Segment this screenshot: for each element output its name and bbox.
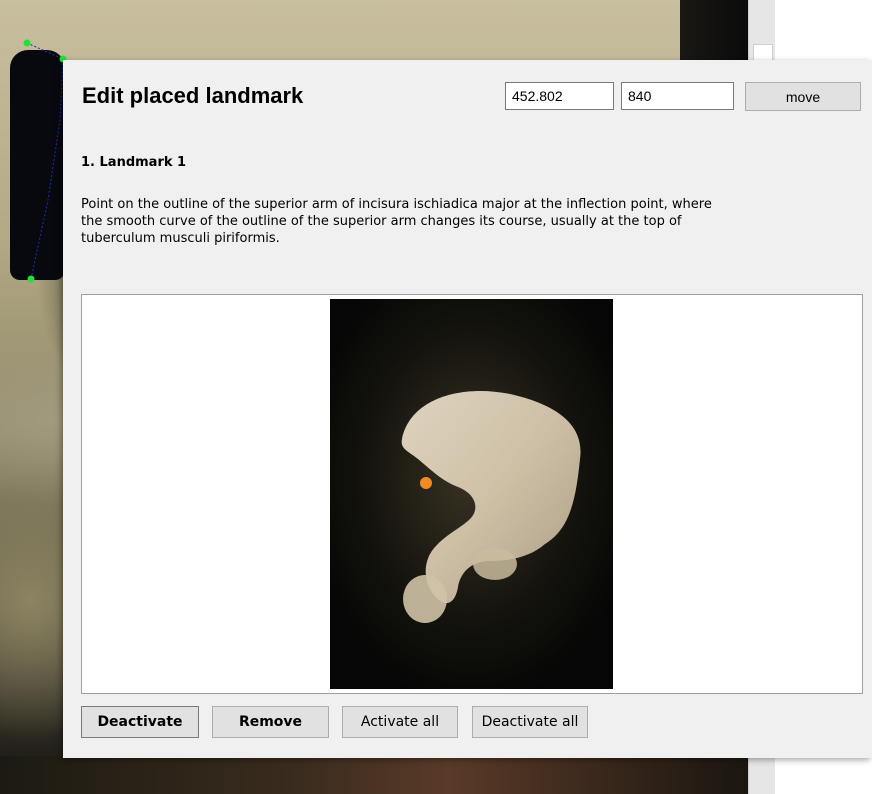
canvas-point[interactable]: [27, 275, 35, 283]
landmark-description: Point on the outline of the superior arm…: [81, 197, 712, 246]
dialog-title: Edit placed landmark: [82, 83, 304, 108]
move-button[interactable]: move: [745, 82, 861, 111]
canvas-dark-region: [680, 0, 748, 60]
landmark-preview: [81, 294, 863, 694]
coord-y-input[interactable]: [621, 82, 734, 110]
canvas-bottom-region: [0, 756, 748, 794]
landmark-heading: 1. Landmark 1: [81, 155, 187, 170]
activate-all-button[interactable]: Activate all: [342, 706, 458, 738]
deactivate-all-button[interactable]: Deactivate all: [472, 706, 588, 738]
remove-button[interactable]: Remove: [212, 706, 329, 738]
edit-landmark-dialog: Edit placed landmark move 1. Landmark 1 …: [63, 60, 872, 758]
reference-bone-image: [330, 299, 613, 689]
deactivate-button[interactable]: Deactivate: [81, 706, 199, 738]
canvas-point[interactable]: [23, 39, 31, 47]
outline-line: [26, 42, 64, 280]
landmark-marker[interactable]: [420, 477, 432, 489]
coord-x-input[interactable]: [505, 82, 614, 110]
